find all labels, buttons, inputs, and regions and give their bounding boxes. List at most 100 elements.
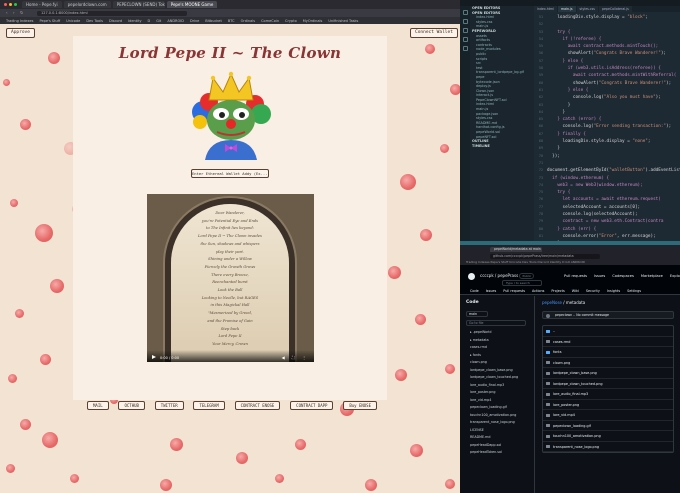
bookmark-item[interactable]: Trading Indexes	[6, 19, 33, 23]
folder-item[interactable]: ▸ metadata	[460, 337, 534, 345]
file-row[interactable]: lore_poster.png	[543, 400, 673, 410]
explorer-item[interactable]: TIMELINE	[470, 144, 534, 149]
link-button[interactable]: CONTRACT ENOSE	[234, 401, 281, 410]
repo-tab[interactable]: Issues	[486, 289, 497, 293]
file-item[interactable]: transparent_nose_logo.png	[460, 419, 534, 427]
go-to-file-input[interactable]: Go to file	[466, 320, 526, 326]
url-input[interactable]: 127.0.0.1:8000/index.html	[37, 10, 187, 16]
file-row[interactable]: lore_vid.mp4	[543, 410, 673, 421]
top-nav-item[interactable]: Codespaces	[612, 274, 634, 278]
bookmark-item[interactable]: Unifinished Tasks	[328, 19, 358, 23]
source-control-icon[interactable]	[462, 28, 468, 33]
code-editor[interactable]: 51 loadingDiv.style.display = "block"; 52…	[534, 14, 680, 245]
repo-tab[interactable]: Pull requests	[503, 289, 525, 293]
file-row[interactable]: lordpepe_clown_base.png	[543, 368, 673, 379]
file-row[interactable]: clown.png	[543, 358, 673, 368]
file-item[interactable]: LICENSE	[460, 427, 534, 435]
top-nav-item[interactable]: Issues	[594, 274, 605, 278]
file-item[interactable]: lordpepe_clown_base.png	[460, 367, 534, 375]
play-icon[interactable]	[152, 355, 156, 359]
editor-tab[interactable]: index.html	[534, 6, 557, 12]
file-row[interactable]: touchn100_amotivation.png	[543, 431, 673, 442]
reload-icon[interactable]: ↻	[20, 11, 24, 15]
file-item[interactable]: lore_vid.mp4	[460, 397, 534, 405]
bookmark-item[interactable]: D	[148, 19, 151, 23]
debug-icon[interactable]	[462, 37, 468, 42]
bookmark-item[interactable]: Crypto	[285, 19, 297, 23]
repo-tab[interactable]: Security	[586, 289, 600, 293]
file-item[interactable]: clown.png	[460, 359, 534, 367]
file-row[interactable]: cases.rmd	[543, 337, 673, 347]
browser-tab-active[interactable]: Pepe's MOONE Game	[166, 1, 218, 8]
repo-tab[interactable]: Actions	[532, 289, 544, 293]
folder-row[interactable]: ..	[543, 326, 673, 337]
latest-commit[interactable]: pepeclown .. No commit message	[542, 311, 674, 319]
bookmark-item[interactable]: Discord	[109, 19, 122, 23]
editor-tab[interactable]: main.js	[558, 6, 576, 12]
folder-item[interactable]: ▸ fonts	[460, 352, 534, 360]
file-row[interactable]: pepeclown_loading.gif	[543, 421, 673, 431]
github-tab[interactable]: pepeWorld/metadata at main · lorenzo/pep…	[490, 247, 542, 252]
bookmark-item[interactable]: Ordinals	[241, 19, 256, 23]
search-icon[interactable]	[462, 19, 468, 24]
video-controls[interactable]: 0:00 / 0:00 ◀ ⛶ ⋮	[147, 350, 314, 362]
bookmark-item[interactable]: Bitbucket	[205, 19, 222, 23]
github-search-input[interactable]: Type / to search	[502, 280, 542, 286]
bookmark-item[interactable]: Pepe's Stuff	[39, 19, 60, 23]
bookmark-item[interactable]: MyOrdinals	[303, 19, 323, 23]
folder-item[interactable]: ▸ .pepeWorld	[460, 329, 534, 337]
top-nav-item[interactable]: Marketplace	[641, 274, 663, 278]
browser-tab[interactable]: PEPECLOWN (SEND) Token Tracker	[112, 1, 165, 8]
github-logo-icon[interactable]	[468, 273, 475, 280]
wallet-address-input[interactable]: Enter Ethereal Wallet Addy (Ex...)	[191, 169, 269, 178]
bookmark-item[interactable]: Git	[156, 19, 161, 23]
file-item[interactable]: lordpepe_clown_touched.png	[460, 374, 534, 382]
branch-select[interactable]: main	[466, 311, 488, 317]
extensions-icon[interactable]	[462, 46, 468, 51]
link-button[interactable]: TELEGRAM	[193, 401, 225, 410]
file-row[interactable]: lore_audio_final.mp3	[543, 389, 673, 400]
files-icon[interactable]	[462, 10, 468, 15]
window-controls[interactable]	[4, 3, 17, 6]
bookmark-item[interactable]: Identity	[128, 19, 141, 23]
bookmark-item[interactable]: BTC	[228, 19, 235, 23]
file-item[interactable]: lore_poster.png	[460, 389, 534, 397]
bookmark-item[interactable]: Unicode	[66, 19, 80, 23]
editor-tab[interactable]: styles.css	[576, 6, 598, 12]
repo-breadcrumb[interactable]: ccccpk / pepePrass Public	[480, 273, 535, 279]
repo-tab[interactable]: Insights	[607, 289, 620, 293]
github-url-input[interactable]: github.com/ccccpk/pepePrass/tree/main/me…	[490, 254, 600, 259]
link-button[interactable]: MAIL	[87, 401, 109, 410]
file-row[interactable]: lordpepe_clown_touched.png	[543, 379, 673, 389]
bookmark-item[interactable]: Dev Tools	[86, 19, 103, 23]
approve-button[interactable]: Approve	[6, 28, 35, 38]
browser-tab[interactable]: Home - Pepe.fyi	[22, 1, 62, 8]
file-item[interactable]: pepeclown_loading.gif	[460, 404, 534, 412]
browser-tab[interactable]: pepelordclown.com	[63, 1, 111, 8]
link-button[interactable]: OCTHUB	[118, 401, 145, 410]
bookmark-item[interactable]: ComeCoin	[261, 19, 279, 23]
link-button[interactable]: TWITTER	[154, 401, 184, 410]
file-item[interactable]: lore_audio_final.mp3	[460, 382, 534, 390]
back-icon[interactable]: ‹	[6, 11, 10, 15]
lore-video[interactable]: Dear Wanderer, you're Potential Eye and E…	[147, 194, 314, 362]
repo-tab[interactable]: Projects	[551, 289, 564, 293]
file-item[interactable]: pepeHeadDapp.sol	[460, 442, 534, 450]
forward-icon[interactable]: ›	[13, 11, 17, 15]
top-nav-item[interactable]: Pull requests	[564, 274, 587, 278]
file-item[interactable]: pepeHeadToken.sol	[460, 449, 534, 457]
repo-tab[interactable]: Wiki	[572, 289, 579, 293]
file-row[interactable]: transparent_nose_logo.png	[543, 442, 673, 452]
folder-row[interactable]: fonts	[543, 347, 673, 358]
connect-wallet-button[interactable]: Connect Wallet	[410, 28, 458, 38]
file-item[interactable]: cases.rmd	[460, 344, 534, 352]
repo-tab[interactable]: Code	[470, 289, 479, 293]
file-item[interactable]: README.md	[460, 434, 534, 442]
link-button[interactable]: CONTRACT DAPP	[290, 401, 334, 410]
volume-fullscreen-icons[interactable]: ◀ ⛶ ⋮	[282, 355, 309, 360]
editor-tab[interactable]: pepeCollateral.js	[598, 6, 632, 12]
file-item[interactable]: touchn100_amotivation.png	[460, 412, 534, 420]
bookmark-item[interactable]: ANDROID	[167, 19, 184, 23]
bookmark-item[interactable]: Drive	[190, 19, 199, 23]
repo-tab[interactable]: Settings	[627, 289, 641, 293]
